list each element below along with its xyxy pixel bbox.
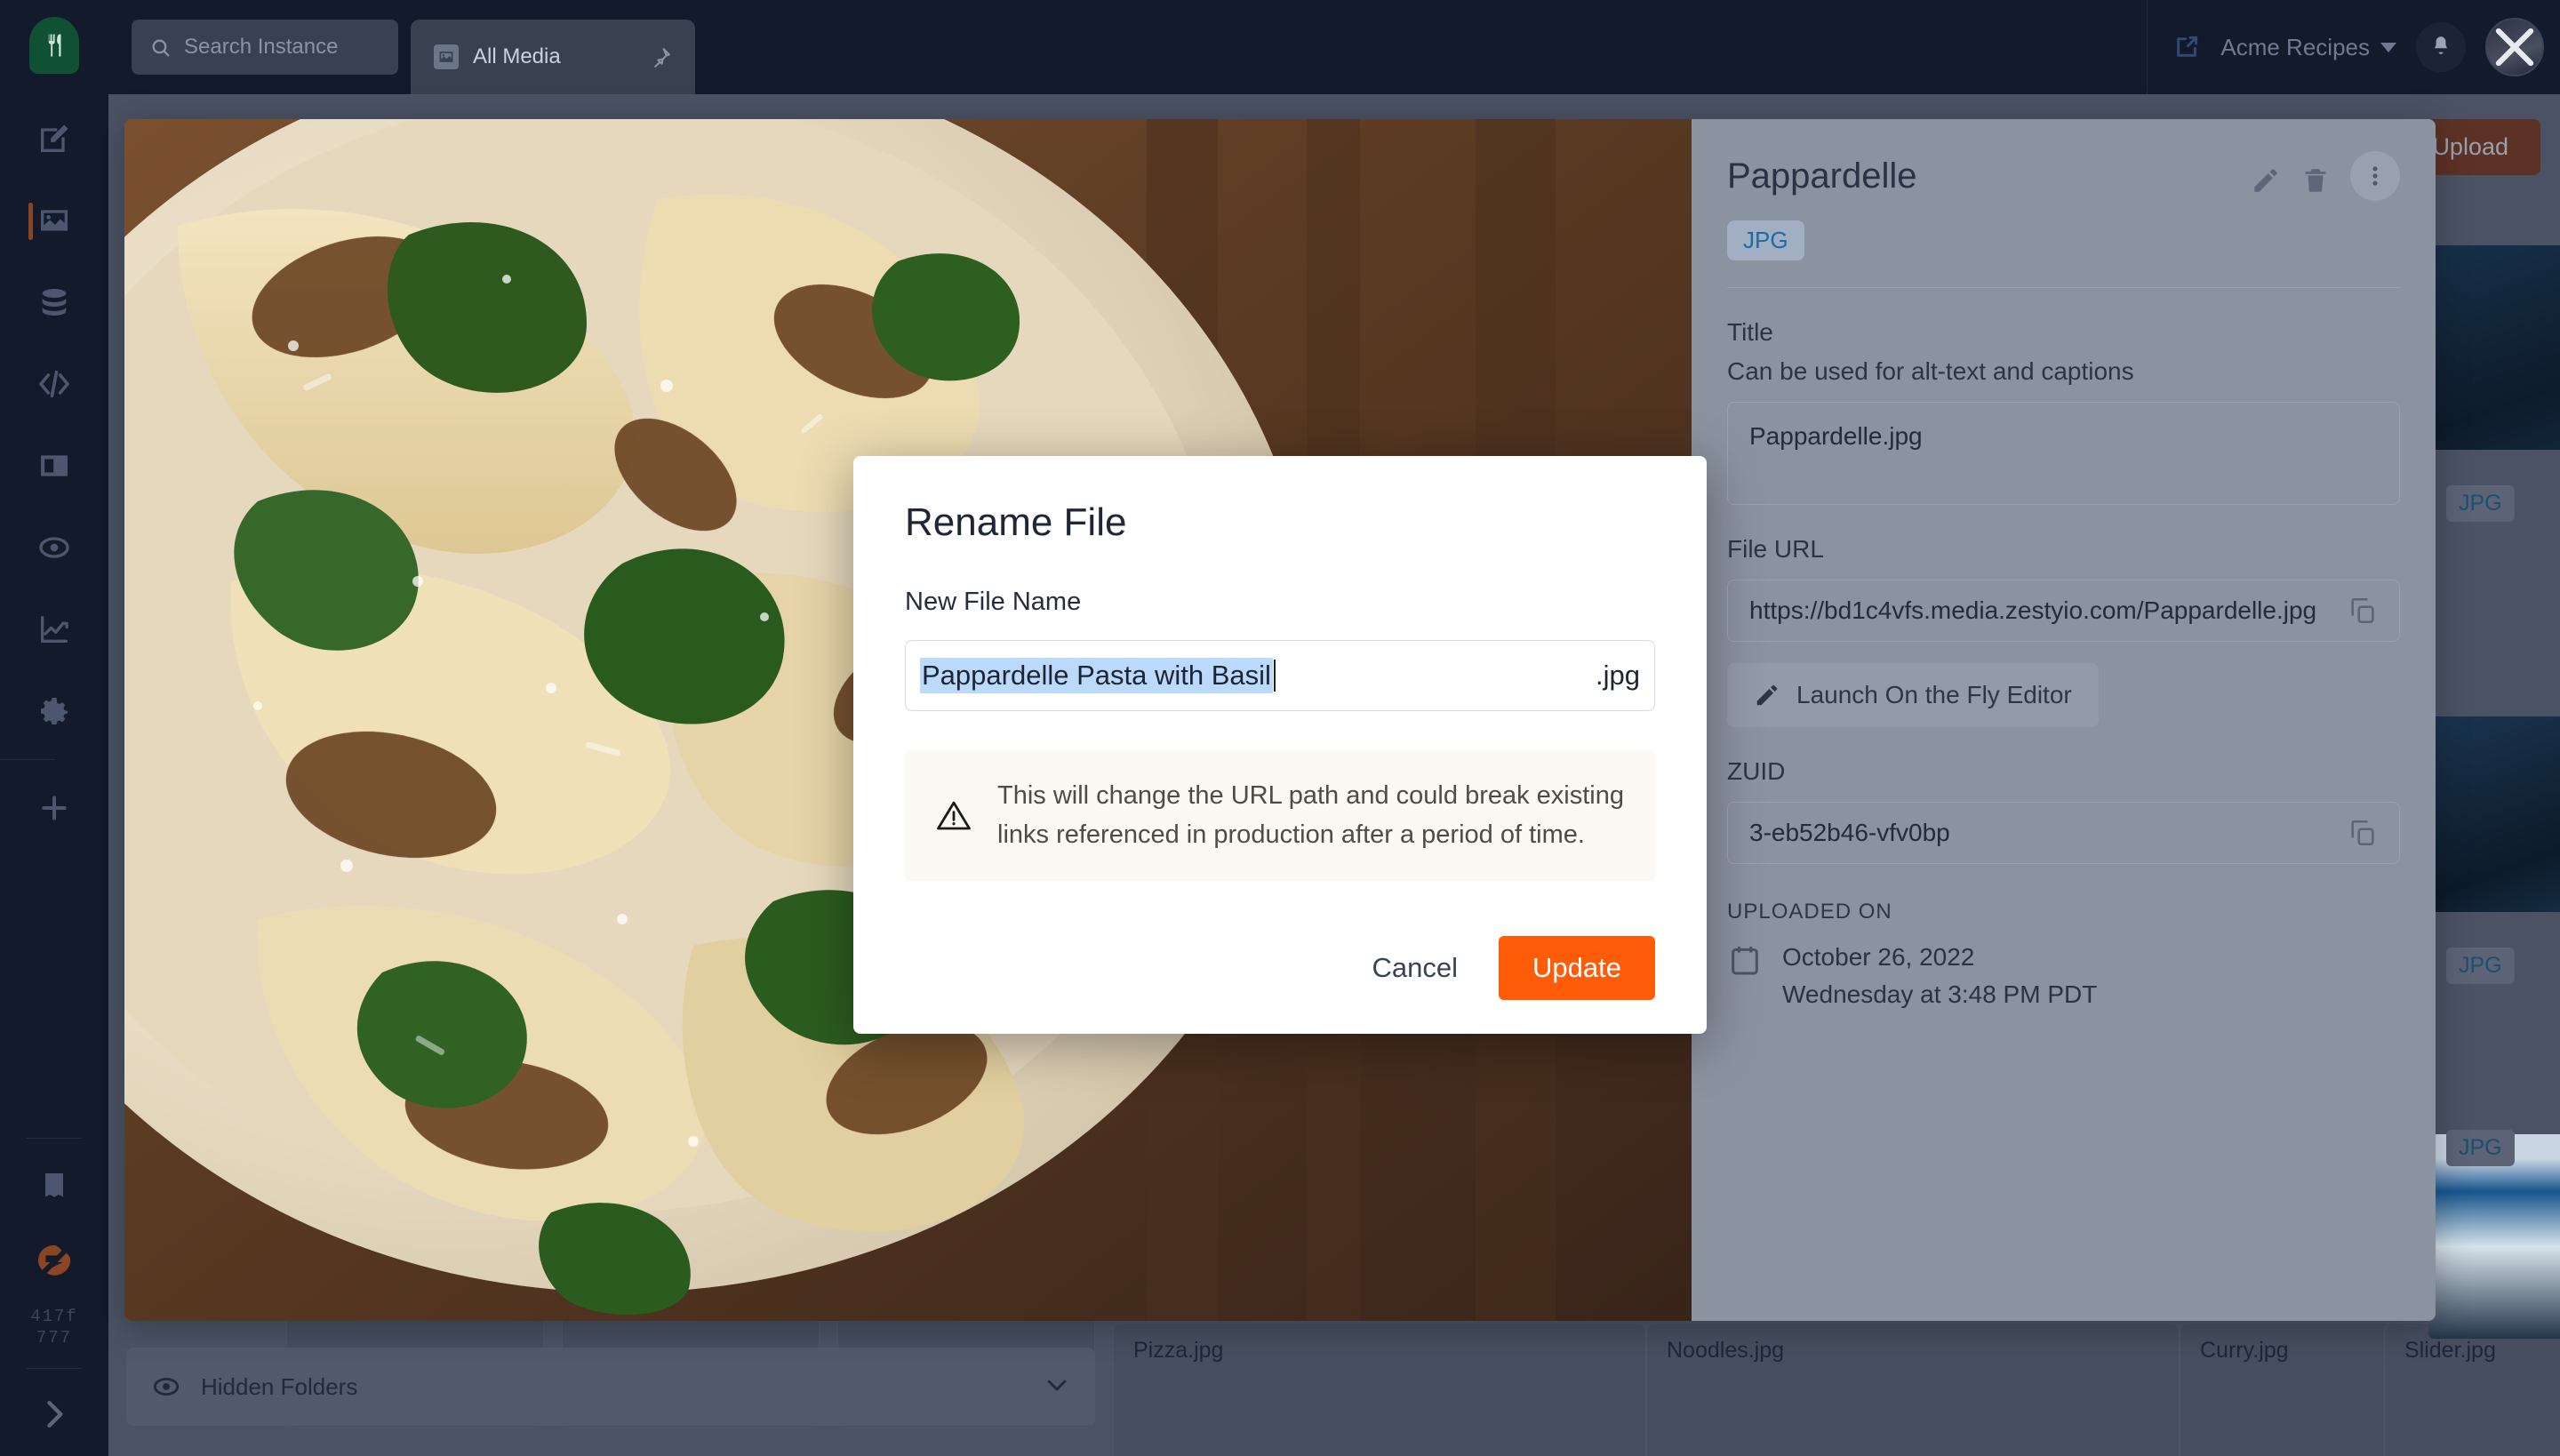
cancel-button[interactable]: Cancel: [1364, 940, 1468, 996]
update-button[interactable]: Update: [1499, 936, 1655, 1000]
new-file-name-label: New File Name: [905, 588, 1082, 616]
modal-actions: Cancel Update: [1364, 936, 1655, 1000]
new-file-name-input[interactable]: Pappardelle Pasta with Basil .jpg: [905, 640, 1655, 711]
warning-text: This will change the URL path and could …: [997, 781, 1624, 849]
modal-title: Rename File: [905, 500, 1127, 544]
text-caret: [1273, 660, 1276, 692]
rename-file-modal: Rename File New File Name Pappardelle Pa…: [853, 456, 1707, 1034]
new-file-name-value: Pappardelle Pasta with Basil: [920, 658, 1273, 693]
warning-triangle-icon: [935, 797, 972, 835]
warning-banner: This will change the URL path and could …: [905, 750, 1655, 881]
file-extension-label: .jpg: [1596, 660, 1640, 691]
